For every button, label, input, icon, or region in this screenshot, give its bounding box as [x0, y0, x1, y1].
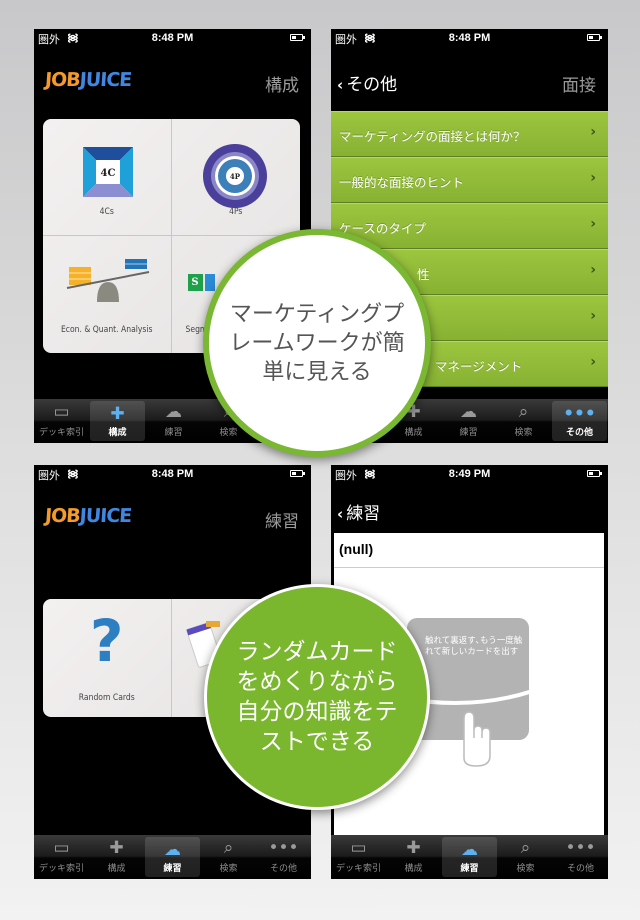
- list-item[interactable]: ケースのタイプ ›: [331, 203, 608, 249]
- callout-text: ランダムカードをめくりながら自分の知識をテストできる: [236, 639, 398, 755]
- tab-practice[interactable]: ☁ 練習: [441, 399, 496, 443]
- puzzle-icon: ✚: [109, 838, 124, 858]
- puzzle-icon: ✚: [110, 404, 125, 424]
- tab-deck-index[interactable]: ▭デッキ索引: [34, 835, 89, 879]
- grid-item-label: 4Cs: [99, 207, 114, 217]
- battery-icon: [587, 34, 602, 41]
- grid-item-4ps[interactable]: 4P 4Ps: [171, 119, 300, 236]
- deck-index-icon: ▭: [53, 402, 70, 422]
- list-item[interactable]: マーケティングの面接とは何か？ ›: [331, 111, 608, 157]
- deck-index-icon: ▭: [350, 838, 367, 858]
- tab-more[interactable]: •••その他: [552, 401, 607, 441]
- segmentation-icon: S: [187, 274, 203, 291]
- tab-frameworks[interactable]: ✚ 構成: [89, 835, 144, 879]
- svg-text:4P: 4P: [229, 172, 240, 181]
- battery-icon: [587, 470, 602, 477]
- grid-item-4cs[interactable]: 4C 4Cs: [43, 119, 172, 236]
- brain-icon: ☁: [164, 840, 181, 860]
- more-icon: •••: [565, 838, 596, 858]
- chevron-left-icon: ‹: [337, 76, 344, 94]
- card-title: (null): [334, 533, 604, 568]
- tab-search[interactable]: ⌕検索: [201, 835, 256, 879]
- tab-search[interactable]: ⌕検索: [496, 399, 551, 443]
- 4c-icon: 4C: [83, 147, 133, 197]
- flip-hint-text: 触れて裏返す､もう一度触れて新しいカードを出す: [425, 636, 523, 657]
- jobjuice-logo: JOBJUICE: [44, 505, 132, 527]
- tab-practice[interactable]: ☁ 練習: [146, 399, 201, 443]
- status-time: 8:48 PM: [151, 468, 194, 480]
- back-button[interactable]: ‹ その他: [337, 70, 397, 95]
- page-title: 面接: [562, 76, 596, 96]
- page-title: 練習: [265, 512, 299, 532]
- status-bar: 圏外 ᯼ 8:48 PM: [331, 29, 608, 47]
- tab-more[interactable]: •••その他: [256, 835, 311, 879]
- nav-bar: JOBJUICE 練習: [34, 483, 311, 551]
- status-time: 8:48 PM: [448, 32, 491, 44]
- page-title: 構成: [265, 76, 299, 96]
- chevron-right-icon: ›: [590, 308, 596, 324]
- tab-bar: ▭デッキ索引 ✚構成 ☁練習 ⌕検索 •••その他: [34, 835, 311, 879]
- tab-more[interactable]: •••その他: [553, 835, 608, 879]
- list-item[interactable]: 一般的な面接のヒント ›: [331, 157, 608, 203]
- deck-index-icon: ▭: [53, 838, 70, 858]
- tab-practice[interactable]: ☁ 練習: [442, 837, 497, 877]
- brain-icon: ☁: [461, 840, 478, 860]
- status-time: 8:49 PM: [448, 468, 491, 480]
- tab-search[interactable]: ⌕検索: [498, 835, 553, 879]
- nav-bar: ‹ その他 面接: [331, 47, 608, 115]
- callout-frameworks: マーケティングプレームワークが簡単に見える: [203, 229, 431, 457]
- search-icon: ⌕: [518, 402, 529, 422]
- tab-bar: ▭デッキ索引 ✚構成 ☁練習 ⌕検索 •••その他: [331, 835, 608, 879]
- chevron-right-icon: ›: [590, 170, 596, 186]
- more-icon: •••: [268, 838, 299, 858]
- tab-deck-index[interactable]: ▭デッキ索引: [331, 835, 386, 879]
- grid-item-random-cards[interactable]: ? Random Cards: [43, 599, 172, 717]
- callout-random-cards: ランダムカードをめくりながら自分の知識をテストできる: [204, 584, 430, 810]
- 4p-icon: 4P: [202, 144, 267, 208]
- grid-item-econ[interactable]: Econ. & Quant. Analysis: [43, 236, 172, 353]
- chevron-right-icon: ›: [590, 124, 596, 140]
- svg-text:4C: 4C: [101, 168, 116, 179]
- chevron-right-icon: ›: [590, 262, 596, 278]
- jobjuice-logo: JOBJUICE: [44, 69, 132, 91]
- chevron-right-icon: ›: [590, 354, 596, 370]
- chevron-left-icon: ‹: [337, 505, 344, 523]
- brain-icon: ☁: [460, 402, 477, 422]
- tab-deck-index[interactable]: ▭デッキ索引: [34, 399, 89, 443]
- grid-item-label: Econ. & Quant. Analysis: [60, 325, 153, 335]
- question-mark-icon: ?: [89, 607, 124, 675]
- brain-icon: ☁: [165, 402, 182, 422]
- status-bar: 圏外 ᯼ 8:49 PM: [331, 465, 608, 483]
- nav-bar: JOBJUICE 構成: [34, 47, 311, 115]
- battery-icon: [290, 34, 305, 41]
- search-icon: ⌕: [223, 838, 234, 858]
- status-bar: 圏外 ᯼ 8:48 PM: [34, 29, 311, 47]
- search-icon: ⌕: [520, 838, 531, 858]
- puzzle-icon: ✚: [406, 838, 421, 858]
- status-bar: 圏外 ᯼ 8:48 PM: [34, 465, 311, 483]
- battery-icon: [290, 470, 305, 477]
- grid-item-label: Random Cards: [78, 693, 135, 703]
- callout-text: マーケティングプレームワークが簡単に見える: [229, 301, 405, 385]
- seesaw-icon: [66, 259, 150, 302]
- segmentation-icon-part: [204, 274, 215, 291]
- chevron-right-icon: ›: [590, 216, 596, 232]
- tab-frameworks[interactable]: ✚ 構成: [90, 401, 145, 441]
- back-button[interactable]: ‹ 練習: [337, 499, 380, 524]
- more-icon: •••: [563, 404, 596, 424]
- grid-item-label: 4Ps: [229, 207, 243, 217]
- tab-frameworks[interactable]: ✚ 構成: [386, 835, 441, 879]
- tab-practice[interactable]: ☁ 練習: [145, 837, 200, 877]
- status-time: 8:48 PM: [151, 32, 194, 44]
